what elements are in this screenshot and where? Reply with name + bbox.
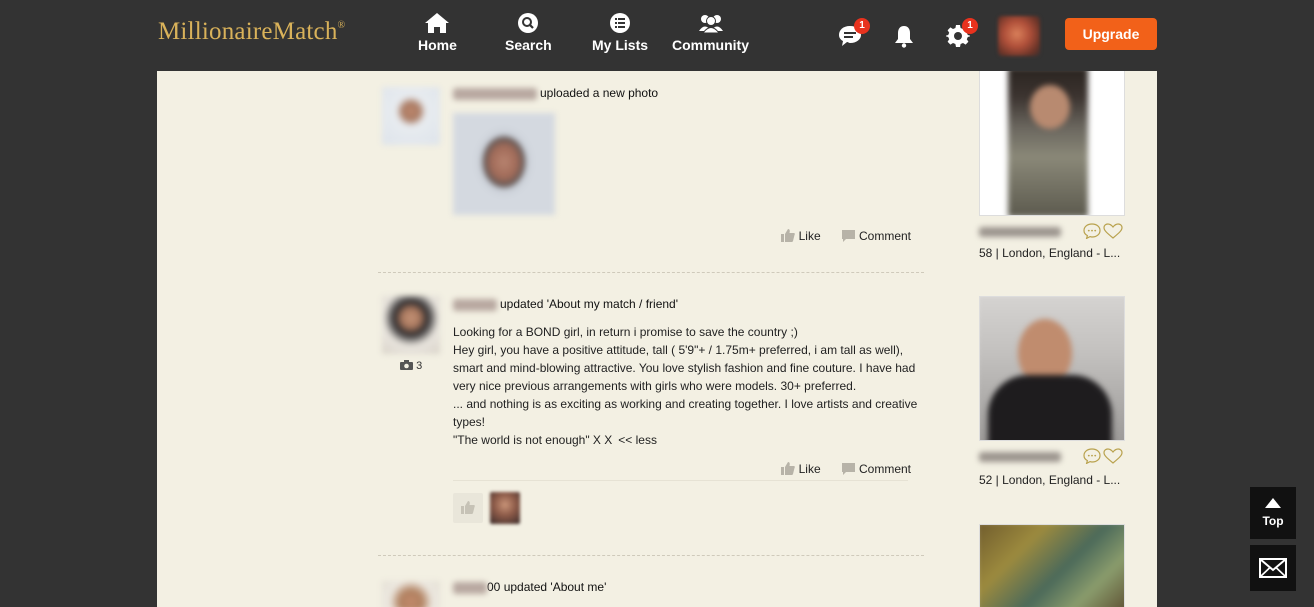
feed-divider xyxy=(378,272,924,273)
site-logo[interactable]: MillionaireMatch® xyxy=(158,18,345,46)
main-panel: uploaded a new photo Like Comment 3 upda… xyxy=(157,71,1157,607)
feed-text-line: "The world is not enough" X X xyxy=(453,433,613,447)
like-button[interactable]: Like xyxy=(780,229,821,243)
likes-indicator xyxy=(453,493,483,523)
feed-divider xyxy=(378,555,924,556)
like-label: Like xyxy=(798,462,821,476)
feed-text: Looking for a BOND girl, in return i pro… xyxy=(453,323,923,449)
feed-actions: Like Comment xyxy=(763,229,911,243)
notifications-button[interactable] xyxy=(893,24,915,53)
settings-button[interactable]: 1 xyxy=(946,18,978,53)
member-name-suffix: 00 xyxy=(487,580,501,594)
back-to-top-label: Top xyxy=(1262,514,1284,528)
envelope-icon xyxy=(1259,558,1287,578)
nav-community[interactable]: Community xyxy=(672,12,749,53)
like-label: Like xyxy=(798,229,821,243)
member-photo[interactable] xyxy=(979,296,1125,441)
comment-icon xyxy=(841,463,855,475)
home-icon xyxy=(425,13,450,33)
member-card-actions xyxy=(1083,223,1125,244)
feed-text-line: smart and mind-blowing attractive. You l… xyxy=(453,361,916,375)
nav-home-label: Home xyxy=(418,37,457,53)
heart-icon[interactable] xyxy=(1103,448,1123,469)
thumbs-up-icon xyxy=(780,462,795,475)
settings-badge: 1 xyxy=(962,18,978,34)
feed-avatar[interactable] xyxy=(382,581,440,607)
feed-avatar[interactable] xyxy=(382,296,440,354)
upgrade-button[interactable]: Upgrade xyxy=(1065,18,1157,50)
feed-headline: updated 'About my match / friend' xyxy=(453,297,678,311)
chat-bubble-icon[interactable] xyxy=(1083,223,1101,244)
member-photo[interactable] xyxy=(979,71,1125,216)
bell-icon xyxy=(895,26,913,48)
feed-item: 3 updated 'About my match / friend' Look… xyxy=(378,296,925,526)
comment-label: Comment xyxy=(858,229,911,243)
comment-button[interactable]: Comment xyxy=(841,462,911,476)
member-name-blurred[interactable] xyxy=(453,298,497,311)
chat-bubble-icon[interactable] xyxy=(1083,448,1101,469)
back-to-top-button[interactable]: Top xyxy=(1250,487,1296,539)
photo-count-value: 3 xyxy=(416,360,423,372)
feed-action-text: uploaded a new photo xyxy=(540,86,659,100)
likes-separator xyxy=(453,480,908,481)
camera-icon xyxy=(400,360,413,370)
feed-actions: Like Comment xyxy=(763,462,911,476)
member-location: 58 | London, England - L... xyxy=(979,246,1121,260)
photo-count[interactable]: 3 xyxy=(400,360,422,372)
member-location: 52 | London, England - L... xyxy=(979,473,1121,487)
comment-icon xyxy=(841,230,855,242)
member-name-blurred[interactable] xyxy=(979,227,1061,237)
feed-action-text: updated 'About me' xyxy=(503,580,607,594)
comment-button[interactable]: Comment xyxy=(841,229,911,243)
feed-text-line: Hey girl, you have a positive attitude, … xyxy=(453,343,904,357)
feed-item: uploaded a new photo Like Comment xyxy=(378,85,925,245)
feed-action-text: updated 'About my match / friend' xyxy=(500,297,679,311)
member-card-actions xyxy=(1083,448,1125,469)
feed-headline: uploaded a new photo xyxy=(453,86,658,100)
list-icon xyxy=(610,13,630,33)
user-avatar[interactable] xyxy=(998,16,1040,56)
feed-text-line: types! xyxy=(453,415,486,429)
uploaded-photo[interactable] xyxy=(453,113,555,215)
thumbs-up-icon xyxy=(461,501,475,514)
like-button[interactable]: Like xyxy=(780,462,821,476)
show-less-link[interactable]: << less xyxy=(618,433,657,447)
feed-text-line: Looking for a BOND girl, in return i pro… xyxy=(453,325,798,339)
nav-home[interactable]: Home xyxy=(418,12,457,53)
nav-my-lists[interactable]: My Lists xyxy=(592,12,648,53)
search-icon xyxy=(518,13,539,33)
top-navigation-bar: MillionaireMatch® Home Search My Lists C… xyxy=(0,0,1314,71)
logo-text: MillionaireMatch xyxy=(158,18,338,45)
messages-button[interactable]: 1 xyxy=(838,18,870,53)
feed-text-line: very nice previous arrangements with gir… xyxy=(453,379,857,393)
member-name-blurred[interactable] xyxy=(453,87,537,100)
nav-my-lists-label: My Lists xyxy=(592,37,649,53)
mail-button[interactable] xyxy=(1250,545,1296,591)
feed-item: 00 updated 'About me' xyxy=(378,579,925,607)
feed-headline: 00 updated 'About me' xyxy=(453,580,606,594)
registered-mark: ® xyxy=(337,20,346,31)
nav-search-label: Search xyxy=(505,37,552,53)
feed-text-line: ... and nothing is as exciting as workin… xyxy=(453,397,918,411)
member-name-blurred[interactable] xyxy=(453,581,487,594)
member-photo[interactable] xyxy=(979,524,1125,607)
nav-community-label: Community xyxy=(672,37,749,53)
comment-label: Comment xyxy=(858,462,911,476)
member-name-blurred[interactable] xyxy=(979,452,1061,462)
thumbs-up-icon xyxy=(780,229,795,242)
heart-icon[interactable] xyxy=(1103,223,1123,244)
community-icon xyxy=(698,15,723,34)
arrow-up-icon xyxy=(1265,498,1281,508)
feed-avatar[interactable] xyxy=(382,87,440,145)
liker-avatar[interactable] xyxy=(490,492,520,524)
nav-search[interactable]: Search xyxy=(505,12,552,53)
messages-badge: 1 xyxy=(854,18,870,34)
